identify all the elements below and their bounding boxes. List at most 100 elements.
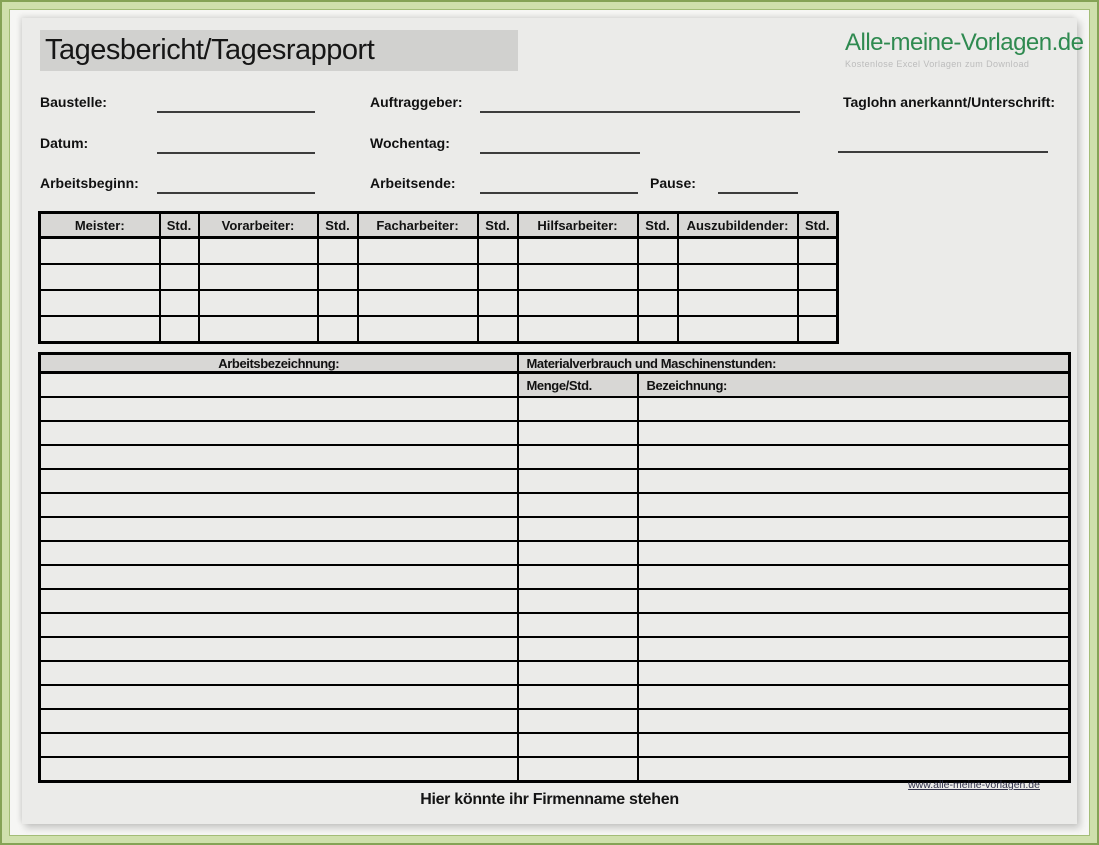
personnel-table: Meister: Std. Vorarbeiter: Std. Facharbe… <box>38 211 839 344</box>
footer-company-placeholder: Hier könnte ihr Firmenname stehen <box>22 791 1077 809</box>
empty-cell <box>638 469 1070 493</box>
empty-cell <box>160 316 199 343</box>
empty-cell <box>678 264 798 290</box>
empty-cell <box>40 373 518 398</box>
label-taglohn-unterschrift: Taglohn anerkannt/Unterschrift: <box>843 94 1055 110</box>
label-wochentag: Wochentag: <box>370 135 450 151</box>
empty-cell <box>40 685 518 709</box>
empty-cell <box>638 565 1070 589</box>
empty-cell <box>518 264 638 290</box>
logo-brand-text: Alle-meine-Vorlagen.de <box>845 29 1081 57</box>
field-wochentag-line[interactable] <box>480 152 640 154</box>
label-arbeitsbeginn: Arbeitsbeginn: <box>40 175 139 191</box>
empty-cell <box>518 238 638 265</box>
empty-cell <box>518 685 638 709</box>
empty-cell <box>638 613 1070 637</box>
logo: Alle-meine-Vorlagen.de Kostenlose Excel … <box>845 29 1081 69</box>
empty-cell <box>40 238 160 265</box>
empty-cell <box>798 316 838 343</box>
field-unterschrift-line[interactable] <box>838 151 1048 153</box>
empty-cell <box>40 264 160 290</box>
empty-cell <box>40 445 518 469</box>
field-auftraggeber-line[interactable] <box>480 111 800 113</box>
empty-cell <box>160 290 199 316</box>
empty-cell <box>678 238 798 265</box>
empty-cell <box>40 493 518 517</box>
empty-cell <box>40 661 518 685</box>
field-pause-line[interactable] <box>718 192 798 194</box>
document-page: Tagesbericht/Tagesrapport Alle-meine-Vor… <box>22 18 1077 824</box>
empty-cell <box>518 565 638 589</box>
empty-cell <box>518 316 638 343</box>
empty-cell <box>638 290 678 316</box>
empty-cell <box>638 757 1070 782</box>
title-highlight: Tagesbericht/Tagesrapport <box>40 30 518 71</box>
table-row <box>40 469 1070 493</box>
empty-cell <box>638 637 1070 661</box>
empty-cell <box>518 445 638 469</box>
table-row <box>40 613 1070 637</box>
table-row <box>40 238 838 265</box>
empty-cell <box>518 709 638 733</box>
field-arbeitsende-line[interactable] <box>480 192 638 194</box>
green-frame: Tagesbericht/Tagesrapport Alle-meine-Vor… <box>0 0 1099 845</box>
empty-cell <box>40 290 160 316</box>
empty-cell <box>199 238 318 265</box>
empty-cell <box>638 397 1070 421</box>
empty-cell <box>40 316 160 343</box>
empty-cell <box>638 541 1070 565</box>
label-baustelle: Baustelle: <box>40 94 107 110</box>
empty-cell <box>199 264 318 290</box>
footer-website-link[interactable]: www.alle-meine-vorlagen.de <box>908 779 1040 791</box>
label-auftraggeber: Auftraggeber: <box>370 94 463 110</box>
work-table-body <box>40 397 1070 782</box>
field-baustelle-line[interactable] <box>157 111 315 113</box>
empty-cell <box>638 517 1070 541</box>
empty-cell <box>160 238 199 265</box>
col-header-auszubildender: Auszubildender: <box>678 213 798 238</box>
empty-cell <box>798 264 838 290</box>
empty-cell <box>358 264 478 290</box>
table-row <box>40 541 1070 565</box>
col-header-hilfsarbeiter: Hilfsarbeiter: <box>518 213 638 238</box>
empty-cell <box>518 469 638 493</box>
empty-cell <box>199 316 318 343</box>
personnel-table-body <box>40 238 838 343</box>
empty-cell <box>40 517 518 541</box>
empty-cell <box>678 290 798 316</box>
col-header-facharbeiter: Facharbeiter: <box>358 213 478 238</box>
table-row <box>40 445 1070 469</box>
field-datum-line[interactable] <box>157 152 315 154</box>
table-row <box>40 709 1070 733</box>
empty-cell <box>518 517 638 541</box>
empty-cell <box>318 316 358 343</box>
empty-cell <box>358 238 478 265</box>
empty-cell <box>40 469 518 493</box>
col-header-std-3: Std. <box>478 213 518 238</box>
col-header-meister: Meister: <box>40 213 160 238</box>
empty-cell <box>40 613 518 637</box>
table-row <box>40 316 838 343</box>
empty-cell <box>678 316 798 343</box>
table-row <box>40 493 1070 517</box>
personnel-header-row: Meister: Std. Vorarbeiter: Std. Facharbe… <box>40 213 838 238</box>
label-datum: Datum: <box>40 135 88 151</box>
empty-cell <box>638 445 1070 469</box>
empty-cell <box>638 733 1070 757</box>
col-header-std-2: Std. <box>318 213 358 238</box>
empty-cell <box>40 757 518 782</box>
empty-cell <box>518 589 638 613</box>
label-pause: Pause: <box>650 175 696 191</box>
page-title: Tagesbericht/Tagesrapport <box>40 30 518 71</box>
empty-cell <box>638 238 678 265</box>
table-row <box>40 661 1070 685</box>
empty-cell <box>478 316 518 343</box>
empty-cell <box>798 290 838 316</box>
empty-cell <box>40 397 518 421</box>
empty-cell <box>40 709 518 733</box>
empty-cell <box>638 493 1070 517</box>
table-row <box>40 733 1070 757</box>
empty-cell <box>638 316 678 343</box>
empty-cell <box>318 264 358 290</box>
field-arbeitsbeginn-line[interactable] <box>157 192 315 194</box>
